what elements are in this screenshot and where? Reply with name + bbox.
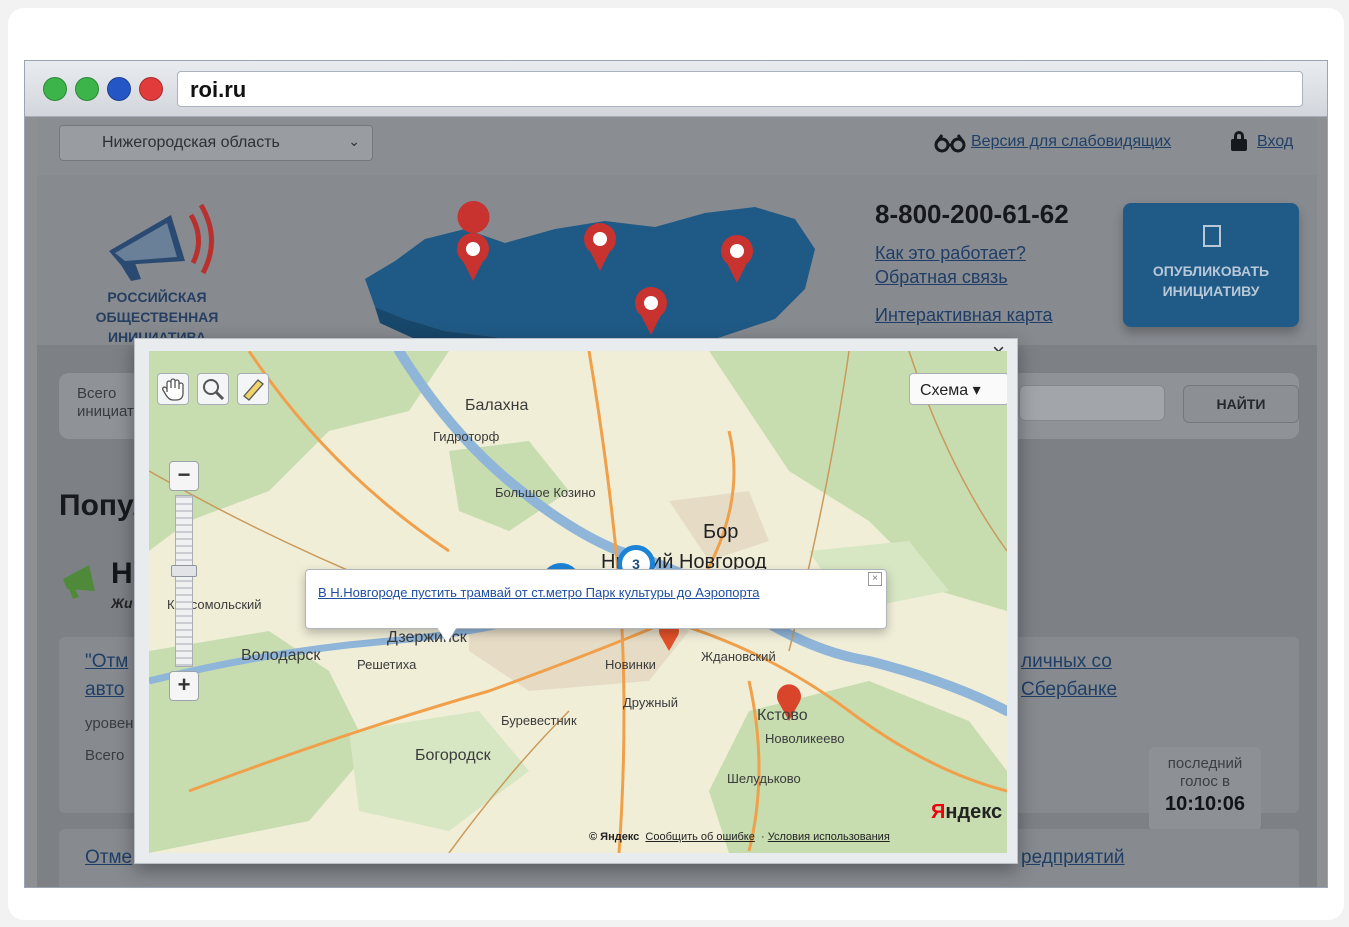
initiative-link[interactable]: "Отм bbox=[85, 651, 128, 673]
ruler-icon bbox=[243, 379, 264, 401]
find-button[interactable]: НАЙТИ bbox=[1183, 385, 1299, 423]
document-icon bbox=[1203, 225, 1221, 247]
last-vote-label-2: голос в bbox=[1179, 773, 1231, 790]
map-label-zhdanovsky: Ждановский bbox=[701, 649, 776, 664]
how-it-works-link[interactable]: Как это работает? bbox=[875, 243, 1026, 264]
initiative-total: Всего bbox=[85, 747, 125, 764]
russia-map-illustration bbox=[365, 201, 815, 349]
map-type-button[interactable]: Схема ▾ bbox=[909, 373, 1007, 405]
accessibility-link[interactable]: Версия для слабовидящих bbox=[971, 133, 1171, 151]
total-initiatives-label: Всего инициатив bbox=[77, 385, 151, 420]
balloon-initiative-link[interactable]: В Н.Новгороде пустить трамвай от ст.метр… bbox=[318, 585, 760, 600]
zoom-slider-thumb[interactable] bbox=[171, 565, 197, 577]
login-link[interactable]: Вход bbox=[1257, 133, 1293, 151]
map-label-bolshoe-kozino: Большое Козино bbox=[495, 485, 596, 500]
chevron-down-icon: ⌄ bbox=[348, 133, 360, 149]
window-dot-3[interactable] bbox=[107, 77, 131, 101]
logo-line-1: РОССИЙСКАЯ bbox=[107, 289, 207, 305]
map-label-novinki: Новинки bbox=[605, 657, 656, 672]
publish-button-label: ОПУБЛИКОВАТЬ ИНИЦИАТИВУ bbox=[1152, 263, 1270, 299]
search-input[interactable] bbox=[1019, 385, 1165, 421]
magnifier-tool[interactable] bbox=[197, 373, 229, 405]
report-error-link[interactable]: Сообщить об ошибке bbox=[645, 831, 754, 843]
zoom-slider[interactable] bbox=[175, 495, 193, 667]
yandex-logo: Яндекс bbox=[931, 801, 1003, 823]
hand-icon bbox=[162, 378, 184, 401]
megaphone-icon bbox=[63, 565, 95, 599]
map-label-sheludkovo: Шелудьково bbox=[727, 771, 801, 786]
last-vote-box: последний голос в 10:10:06 bbox=[1149, 747, 1261, 831]
initiative-level: уровень bbox=[85, 715, 142, 732]
interactive-map-link[interactable]: Интерактивная карта bbox=[875, 305, 1053, 326]
window-dot-1[interactable] bbox=[43, 77, 67, 101]
phone-number[interactable]: 8-800-200-61-62 bbox=[875, 199, 1069, 230]
map-label-bor: Бор bbox=[703, 521, 739, 543]
balloon-close-icon[interactable]: × bbox=[868, 572, 882, 586]
map-label-druzhny: Дружный bbox=[623, 695, 679, 710]
map-label-burevestnik: Буревестник bbox=[501, 713, 577, 728]
window-dot-2[interactable] bbox=[75, 77, 99, 101]
feedback-link[interactable]: Обратная связь bbox=[875, 267, 1008, 288]
glasses-icon bbox=[934, 134, 966, 153]
popular-item-title[interactable]: Н bbox=[111, 557, 133, 591]
window-dot-4[interactable] bbox=[139, 77, 163, 101]
zoom-in-button[interactable]: + bbox=[169, 671, 199, 701]
map-label-kstovo: Кстово bbox=[757, 707, 808, 724]
map-footer: © Яндекс Сообщить об ошибке · Условия ис… bbox=[589, 831, 890, 843]
map-label-bogorodsk: Богородск bbox=[415, 747, 491, 764]
hand-drag-tool[interactable] bbox=[157, 373, 189, 405]
region-select-value: Нижегородская область bbox=[102, 134, 280, 151]
map-dialog: × bbox=[134, 338, 1018, 864]
last-vote-time: 10:10:06 bbox=[1164, 793, 1246, 815]
initiative-link-right[interactable]: личных со bbox=[1021, 651, 1112, 673]
terms-link[interactable]: Условия использования bbox=[768, 831, 890, 843]
initiative-link-cont[interactable]: авто bbox=[85, 679, 124, 701]
initiative-link-right-cont[interactable]: Сбербанке bbox=[1021, 679, 1117, 701]
publish-initiative-button[interactable]: ОПУБЛИКОВАТЬ ИНИЦИАТИВУ bbox=[1123, 203, 1299, 327]
logo-line-2: ОБЩЕСТВЕННАЯ bbox=[95, 309, 219, 325]
map-label-balakhna: Балахна bbox=[465, 397, 529, 414]
map-copyright: © Яндекс bbox=[589, 831, 640, 843]
address-bar[interactable]: roi.ru bbox=[177, 71, 1303, 107]
ruler-tool[interactable] bbox=[237, 373, 269, 405]
yandex-logo-text: ндекс bbox=[945, 801, 1003, 823]
megaphone-logo-icon[interactable] bbox=[101, 191, 221, 291]
map-balloon: В Н.Новгороде пустить трамвай от ст.метр… bbox=[305, 569, 887, 629]
map-label-gidrotorf: Гидроторф bbox=[433, 429, 500, 444]
map-label-reshetikha: Решетиха bbox=[357, 657, 417, 672]
top-strip: Нижегородская область ⌄ Версия для слабо… bbox=[37, 117, 1317, 175]
zoom-out-button[interactable]: − bbox=[169, 461, 199, 491]
browser-titlebar: roi.ru bbox=[25, 61, 1327, 117]
yandex-map[interactable]: Балахна Гидроторф Большое Козино Бор Ниж… bbox=[149, 351, 1007, 853]
region-select[interactable]: Нижегородская область ⌄ bbox=[59, 125, 373, 161]
balloon-tail bbox=[437, 627, 457, 643]
popular-item-subtitle: Жи bbox=[111, 595, 133, 611]
map-label-novolikeevo: Новоликеево bbox=[765, 731, 845, 746]
initiative-link-2-right[interactable]: редприятий bbox=[1021, 847, 1125, 869]
initiative-link-2[interactable]: Отме bbox=[85, 847, 132, 869]
lock-icon bbox=[1231, 131, 1247, 151]
magnifier-icon bbox=[203, 379, 225, 401]
site-header: РОССИЙСКАЯ ОБЩЕСТВЕННАЯ ИНИЦИАТИВА 8-800… bbox=[37, 175, 1317, 349]
last-vote-label-1: последний bbox=[1167, 755, 1243, 772]
map-label-volodarsk: Володарск bbox=[241, 647, 321, 664]
zoom-control: − + bbox=[169, 461, 199, 701]
